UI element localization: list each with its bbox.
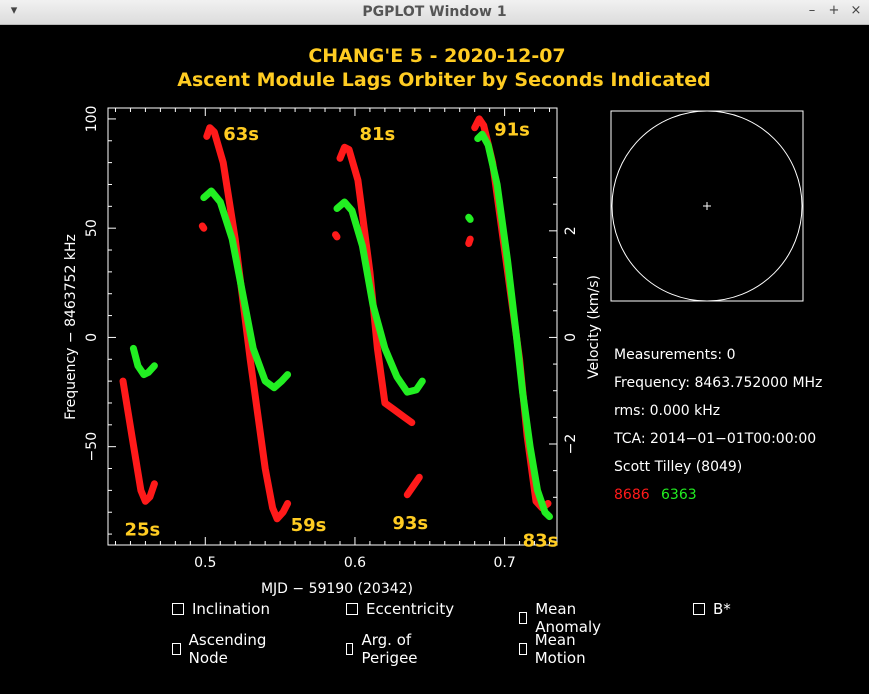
title-bar[interactable]: ▾ PGPLOT Window 1 – + × (0, 0, 869, 25)
y-tick-label: 0 (84, 333, 100, 342)
checkbox-icon[interactable] (693, 603, 705, 615)
red-series-track (119, 377, 158, 505)
x-tick-label: 0.5 (194, 555, 216, 571)
info-id-green: 6363 (661, 487, 697, 503)
info-frequency: Frequency: 8463.752000 MHz (614, 375, 822, 391)
checkbox-icon[interactable] (346, 603, 358, 615)
info-observer: Scott Tilley (8049) (614, 459, 742, 475)
close-icon[interactable]: × (848, 3, 864, 19)
info-measurements: Measurements: 0 (614, 347, 735, 363)
checkbox-bstar[interactable]: B* (693, 600, 731, 618)
red-series-track (403, 473, 423, 499)
y-right-tick-label: 0 (563, 333, 579, 342)
y-tick-label: −50 (84, 432, 100, 462)
y-right-tick-label: 2 (563, 226, 579, 235)
duration-label: 59s (291, 515, 327, 536)
duration-label: 91s (494, 120, 530, 141)
green-series-track (474, 130, 553, 521)
green-series-track (200, 187, 292, 392)
duration-label: 93s (392, 513, 428, 534)
checkbox-icon[interactable] (519, 643, 527, 655)
green-series-track (129, 344, 158, 379)
checkbox-icon[interactable] (172, 643, 181, 655)
x-tick-label: 0.6 (344, 555, 366, 571)
chart-subtitle: Ascent Module Lags Orbiter by Seconds In… (177, 69, 710, 91)
checkbox-icon[interactable] (346, 643, 354, 655)
data-marks (119, 115, 553, 523)
checkbox-ascending-node[interactable]: Ascending Node (172, 631, 270, 667)
green-series-track (465, 213, 474, 223)
y-axis-right-label: Velocity (km/s) (586, 275, 602, 379)
info-tca: TCA: 2014−01−01T00:00:00 (613, 431, 816, 447)
duration-label: 63s (223, 124, 259, 145)
window-title: PGPLOT Window 1 (362, 4, 507, 20)
duration-label: 25s (124, 520, 160, 541)
checkbox-mean-motion[interactable]: Mean Motion (519, 631, 590, 667)
checkbox-inclination[interactable]: Inclination (172, 600, 270, 618)
x-tick-label: 0.7 (493, 555, 515, 571)
pgplot-window: ▾ PGPLOT Window 1 – + × CHANG'E 5 - 2020… (0, 0, 869, 694)
checkbox-arg-of-perigee[interactable]: Arg. of Perigee (346, 631, 422, 667)
checkbox-eccentricity[interactable]: Eccentricity (346, 600, 454, 618)
y-right-tick-label: −2 (563, 434, 579, 455)
plot-canvas: CHANG'E 5 - 2020-12-07 Ascent Module Lag… (63, 45, 822, 597)
red-series-track (198, 222, 208, 232)
axis-ticks: 0.5 0.6 0.7 −50 0 50 100 −2 0 2 (84, 106, 579, 571)
duration-label: 83s (523, 530, 559, 551)
duration-label: 81s (359, 124, 395, 145)
minimize-icon[interactable]: – (804, 3, 820, 19)
chart-title: CHANG'E 5 - 2020-12-07 (308, 45, 565, 67)
red-series-track (332, 231, 341, 241)
y-axis-label: Frequency − 8463752 kHz (63, 234, 79, 420)
checkbox-icon[interactable] (519, 612, 528, 624)
plot-frame (107, 107, 558, 546)
maximize-icon[interactable]: + (826, 3, 842, 19)
y-tick-label: 50 (84, 219, 100, 237)
x-axis-label: MJD − 59190 (20342) (261, 581, 413, 597)
y-tick-label: 100 (84, 106, 100, 133)
info-rms: rms: 0.000 kHz (614, 403, 720, 419)
info-id-red: 8686 (614, 487, 650, 503)
checkbox-icon[interactable] (172, 603, 184, 615)
red-series-track (465, 235, 474, 247)
